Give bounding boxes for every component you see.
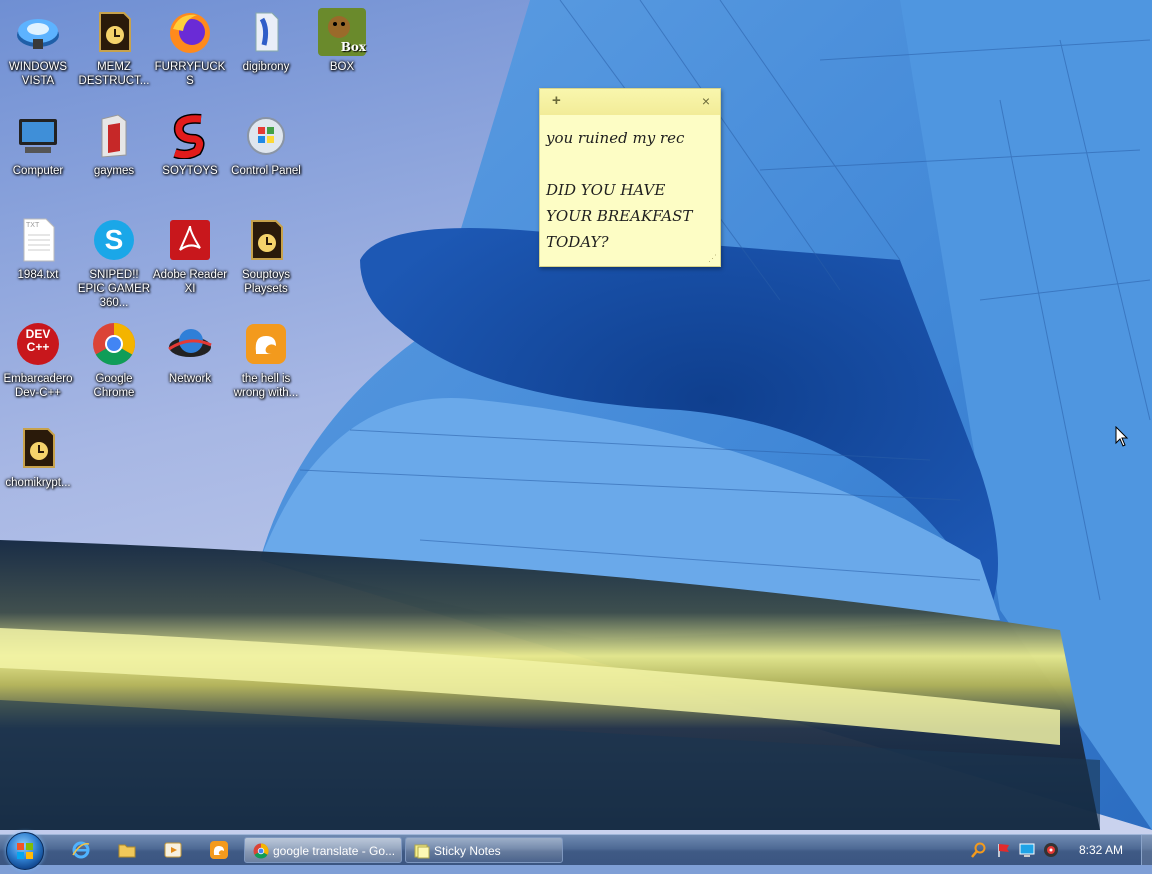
desktop-icon-box[interactable]: Box BOX [304,2,380,74]
chomikrypt-icon [14,424,62,472]
digibrony-icon [242,8,290,56]
desktop-icon-souptoys[interactable]: Souptoys Playsets [228,210,304,296]
desktop-icon-label: SNIPED!! EPIC GAMER 360... [77,269,151,309]
box-game-icon: Box [318,8,366,56]
show-desktop-button[interactable] [1141,835,1152,865]
desktop-icon-label: Computer [12,165,64,177]
desktop-icon-control-panel[interactable]: Control Panel [228,106,304,178]
desktop-icon-computer[interactable]: Computer [0,106,76,178]
desktop-icon-label: 1984.txt [17,269,59,281]
desktop-icon-soytoys[interactable]: SOYTOYS [152,106,228,178]
sticky-note-titlebar[interactable]: + × [540,89,720,115]
desktop-icon-chomikrypt[interactable]: chomikrypt... [0,418,76,490]
desktop-icon-network[interactable]: Network [152,314,228,386]
desktop-icon-label: Adobe Reader XI [152,269,228,295]
txt-badge: TXT [26,222,40,229]
desktop-icon-label: chomikrypt... [5,477,71,489]
desktop-icon-label: FURRYFUCKS [154,61,226,87]
taskbar-button-label: Sticky Notes [434,844,501,858]
skype-letter: S [104,224,124,255]
sticky-note[interactable]: + × you ruined my rec DID YOU HAVE YOUR … [539,88,721,267]
desktop-icon-label: MEMZ DESTRUCT... [78,61,150,87]
text-file-icon: TXT [14,216,62,264]
resize-grip-icon[interactable]: ⋰ [708,253,717,264]
uc-browser-icon [242,320,290,368]
desktop-icon-digibrony[interactable]: digibrony [228,2,304,74]
flag-icon [998,844,1009,857]
tray-action-center[interactable] [995,841,1013,859]
tray-volume[interactable] [1042,841,1060,859]
box-badge: Box [340,40,366,54]
desktop-icon-google-chrome[interactable]: Google Chrome [76,314,152,400]
add-note-button[interactable]: + [552,92,561,109]
start-button[interactable] [6,832,44,870]
uc-browser-icon [210,841,228,859]
desktop-icon-sniped[interactable]: S SNIPED!! EPIC GAMER 360... [76,210,152,310]
desktop-icon-uc-browser[interactable]: the hell is wrong with... [228,314,304,400]
taskbar-button-chrome[interactable]: google translate - Go... [244,837,402,863]
volume-icon [1044,843,1058,857]
taskbar: google translate - Go... Sticky Notes 8:… [0,832,1152,870]
desktop-icon-label: Network [168,373,212,385]
control-panel-icon [242,112,290,160]
quick-launch-uc-browser[interactable] [208,839,230,861]
taskbar-button-sticky-notes[interactable]: Sticky Notes [405,837,563,863]
desktop-icon-memz[interactable]: MEMZ DESTRUCT... [76,2,152,88]
firefox-icon [166,8,214,56]
quick-launch-media-player[interactable] [162,839,184,861]
desktop-icon-label: Souptoys Playsets [242,269,290,295]
internet-explorer-icon [72,841,90,859]
devcpp-badge: DEV C++ [25,327,51,354]
windows-explorer-icon [118,844,136,858]
display-icon [1019,843,1035,857]
desktop-icon-label: Embarcadero Dev-C++ [3,373,73,399]
close-note-button[interactable]: × [702,93,710,109]
desktop-icon-label: WINDOWS VISTA [8,61,68,87]
mouse-pointer-icon [1115,426,1129,447]
skype-icon: S [90,216,138,264]
dev-cpp-icon: DEV C++ [14,320,62,368]
memz-app-icon [90,8,138,56]
tray-search[interactable] [970,841,988,859]
media-player-icon [164,842,182,858]
desktop-icon-1984-txt[interactable]: TXT 1984.txt [0,210,76,282]
desktop-icon-gaymes[interactable]: gaymes [76,106,152,178]
tray-display[interactable] [1018,841,1036,859]
quick-launch-internet-explorer[interactable] [70,839,92,861]
desktop-icon-label: Control Panel [231,165,301,177]
desktop-icon-furryfucks[interactable]: FURRYFUCKS [152,2,228,88]
chrome-icon [253,843,269,859]
desktop-icon-label: BOX [329,61,355,73]
sticky-notes-icon [414,844,430,859]
desktop-icon-dev-cpp[interactable]: DEV C++ Embarcadero Dev-C++ [0,314,76,400]
desktop-icon-label: SOYTOYS [162,165,218,177]
desktop-icon-label: the hell is wrong with... [233,373,299,399]
folder-icon [90,112,138,160]
souptoys-icon [242,216,290,264]
taskbar-button-label: google translate - Go... [273,844,396,858]
network-icon [166,320,214,368]
desktop-icon-label: digibrony [242,61,290,73]
search-icon [971,842,986,858]
adobe-reader-icon [166,216,214,264]
quick-launch-explorer[interactable] [116,839,138,861]
soytoys-icon [166,112,214,160]
computer-icon [14,112,62,160]
desktop-icon-label: gaymes [93,165,135,177]
desktop-icon-windows-vista[interactable]: WINDOWS VISTA [0,2,76,88]
windows-vista-icon [14,8,62,56]
system-clock[interactable]: 8:32 AM [1070,835,1132,865]
desktop-icon-label: Google Chrome [93,373,135,399]
desktop-icon-adobe-reader[interactable]: Adobe Reader XI [152,210,228,296]
chrome-icon [90,320,138,368]
sticky-note-text[interactable]: you ruined my rec DID YOU HAVE YOUR BREA… [540,115,720,255]
